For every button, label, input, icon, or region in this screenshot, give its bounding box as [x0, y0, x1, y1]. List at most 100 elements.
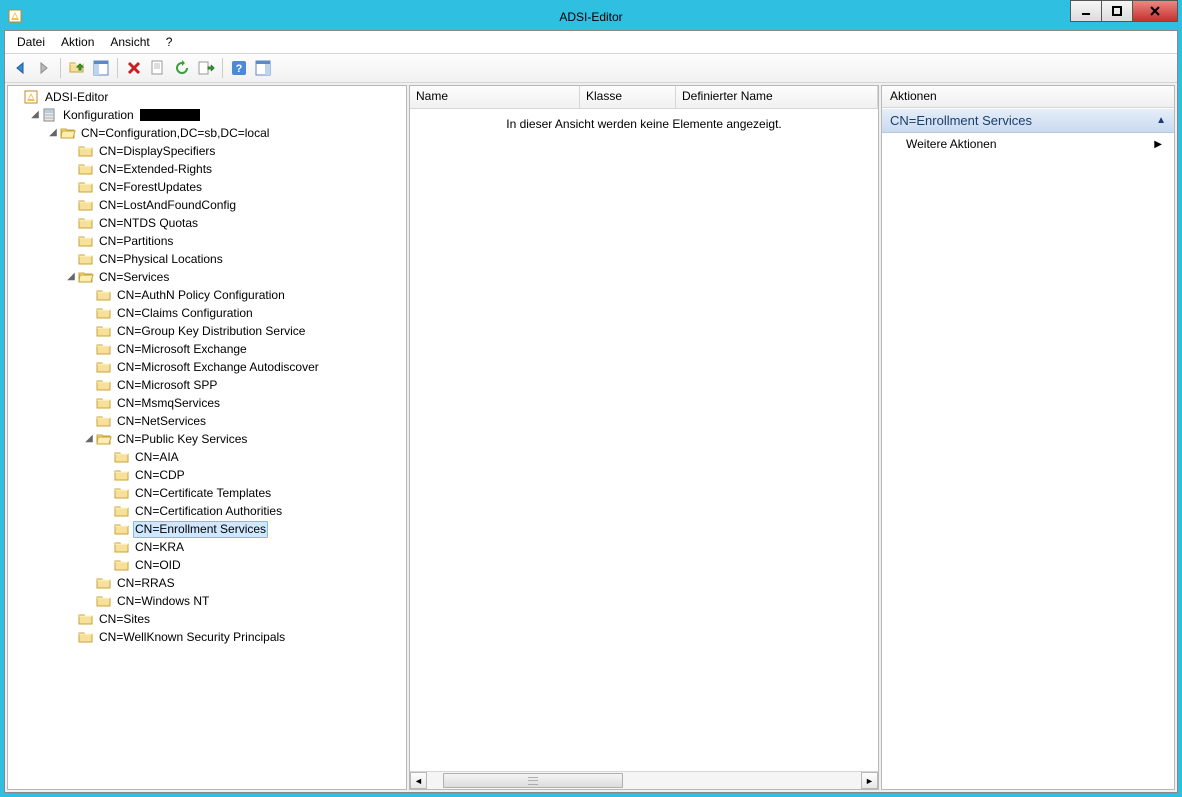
- tree-item[interactable]: CN=Extended-Rights: [8, 160, 406, 178]
- folder-icon: [96, 306, 112, 320]
- tree-item[interactable]: CN=RRAS: [8, 574, 406, 592]
- tree-label: CN=Partitions: [97, 232, 175, 250]
- tree-item[interactable]: CN=AIA: [8, 448, 406, 466]
- scroll-track[interactable]: [427, 772, 861, 789]
- column-name[interactable]: Name: [410, 86, 580, 108]
- tree-item[interactable]: CN=NetServices: [8, 412, 406, 430]
- folder-icon: [96, 576, 112, 590]
- toolbar-separator: [117, 58, 118, 78]
- actions-section-title[interactable]: CN=Enrollment Services ▲: [882, 108, 1174, 133]
- expander-icon[interactable]: ◢: [82, 430, 96, 448]
- tree-item[interactable]: CN=KRA: [8, 538, 406, 556]
- forward-button[interactable]: [33, 57, 55, 79]
- column-klasse[interactable]: Klasse: [580, 86, 676, 108]
- collapse-icon[interactable]: ▲: [1156, 115, 1166, 126]
- maximize-button[interactable]: [1101, 0, 1133, 22]
- tree-public-key-services[interactable]: ◢CN=Public Key Services: [8, 430, 406, 448]
- back-button[interactable]: [9, 57, 31, 79]
- help-button[interactable]: ?: [228, 57, 250, 79]
- menu-datei[interactable]: Datei: [9, 33, 53, 51]
- tree-item[interactable]: CN=CDP: [8, 466, 406, 484]
- title-bar[interactable]: ADSI-Editor: [4, 4, 1178, 30]
- tree-item[interactable]: CN=OID: [8, 556, 406, 574]
- tree-label: CN=Certificate Templates: [133, 484, 273, 502]
- tree-label: Konfiguration: [61, 106, 136, 124]
- tree-konfiguration[interactable]: ◢ Konfiguration: [8, 106, 406, 124]
- tree-item[interactable]: CN=Certificate Templates: [8, 484, 406, 502]
- expander-icon[interactable]: ◢: [64, 268, 78, 286]
- tree-label: CN=Windows NT: [115, 592, 211, 610]
- tree-item[interactable]: CN=Windows NT: [8, 592, 406, 610]
- folder-icon: [114, 540, 130, 554]
- tree-item[interactable]: CN=Enrollment Services: [8, 520, 406, 538]
- menu-aktion[interactable]: Aktion: [53, 33, 102, 51]
- tree-label: CN=MsmqServices: [115, 394, 222, 412]
- refresh-button[interactable]: [171, 57, 193, 79]
- body-area: ADSI-Editor◢Konfiguration◢CN=Configurati…: [5, 83, 1177, 792]
- folder-icon: [96, 432, 112, 446]
- tree-label: CN=OID: [133, 556, 183, 574]
- svg-text:?: ?: [236, 63, 243, 75]
- folder-icon: [96, 342, 112, 356]
- tree-label: CN=Physical Locations: [97, 250, 225, 268]
- tree-label: CN=DisplaySpecifiers: [97, 142, 217, 160]
- tree-item[interactable]: CN=Physical Locations: [8, 250, 406, 268]
- show-hide-actions-button[interactable]: [252, 57, 274, 79]
- folder-icon: [96, 396, 112, 410]
- tree-item[interactable]: CN=Group Key Distribution Service: [8, 322, 406, 340]
- tree-item[interactable]: CN=Sites: [8, 610, 406, 628]
- scroll-right-button[interactable]: ►: [861, 772, 878, 789]
- folder-icon: [96, 378, 112, 392]
- folder-icon: [78, 144, 94, 158]
- expander-icon[interactable]: ◢: [46, 124, 60, 142]
- tree-label: CN=Configuration,DC=sb,DC=local: [79, 124, 271, 142]
- tree-item[interactable]: CN=Microsoft SPP: [8, 376, 406, 394]
- tree-item[interactable]: CN=ForestUpdates: [8, 178, 406, 196]
- properties-button[interactable]: [147, 57, 169, 79]
- toolbar-separator: [222, 58, 223, 78]
- menu-help[interactable]: ?: [158, 33, 181, 51]
- tree-item[interactable]: CN=Microsoft Exchange: [8, 340, 406, 358]
- folder-icon: [78, 216, 94, 230]
- tree-item[interactable]: CN=DisplaySpecifiers: [8, 142, 406, 160]
- tree-item[interactable]: CN=WellKnown Security Principals: [8, 628, 406, 646]
- window-title: ADSI-Editor: [4, 10, 1178, 24]
- tree[interactable]: ADSI-Editor◢Konfiguration◢CN=Configurati…: [8, 86, 406, 648]
- tree-item[interactable]: CN=Microsoft Exchange Autodiscover: [8, 358, 406, 376]
- column-headers[interactable]: Name Klasse Definierter Name: [410, 86, 878, 109]
- tree-item[interactable]: CN=Partitions: [8, 232, 406, 250]
- up-level-button[interactable]: [66, 57, 88, 79]
- server-icon: [42, 108, 58, 122]
- tree-item[interactable]: CN=Claims Configuration: [8, 304, 406, 322]
- tree-item[interactable]: CN=Certification Authorities: [8, 502, 406, 520]
- tree-label: CN=NTDS Quotas: [97, 214, 200, 232]
- tree-item[interactable]: CN=AuthN Policy Configuration: [8, 286, 406, 304]
- horizontal-scrollbar[interactable]: ◄ ►: [410, 771, 878, 789]
- list-body[interactable]: In dieser Ansicht werden keine Elemente …: [410, 109, 878, 771]
- folder-icon: [96, 324, 112, 338]
- delete-button[interactable]: [123, 57, 145, 79]
- tree-item[interactable]: CN=MsmqServices: [8, 394, 406, 412]
- tree-item[interactable]: CN=NTDS Quotas: [8, 214, 406, 232]
- column-dn[interactable]: Definierter Name: [676, 86, 878, 108]
- minimize-button[interactable]: [1070, 0, 1102, 22]
- actions-more[interactable]: Weitere Aktionen ▶: [882, 133, 1174, 155]
- scroll-left-button[interactable]: ◄: [410, 772, 427, 789]
- show-hide-tree-button[interactable]: [90, 57, 112, 79]
- tree-config-dn[interactable]: ◢ CN=Configuration,DC=sb,DC=local: [8, 124, 406, 142]
- tree-label: CN=AIA: [133, 448, 181, 466]
- tree-root[interactable]: ADSI-Editor: [8, 88, 406, 106]
- folder-icon: [60, 126, 76, 140]
- folder-icon: [78, 612, 94, 626]
- close-button[interactable]: [1132, 0, 1178, 22]
- scroll-thumb[interactable]: [443, 773, 623, 788]
- tree-item[interactable]: CN=LostAndFoundConfig: [8, 196, 406, 214]
- expander-icon[interactable]: ◢: [28, 106, 42, 124]
- menu-ansicht[interactable]: Ansicht: [102, 33, 157, 51]
- tree-services[interactable]: ◢CN=Services: [8, 268, 406, 286]
- tree-label: CN=Microsoft SPP: [115, 376, 219, 394]
- actions-more-label: Weitere Aktionen: [906, 137, 997, 151]
- export-list-button[interactable]: [195, 57, 217, 79]
- folder-icon: [114, 450, 130, 464]
- tree-label: CN=Extended-Rights: [97, 160, 214, 178]
